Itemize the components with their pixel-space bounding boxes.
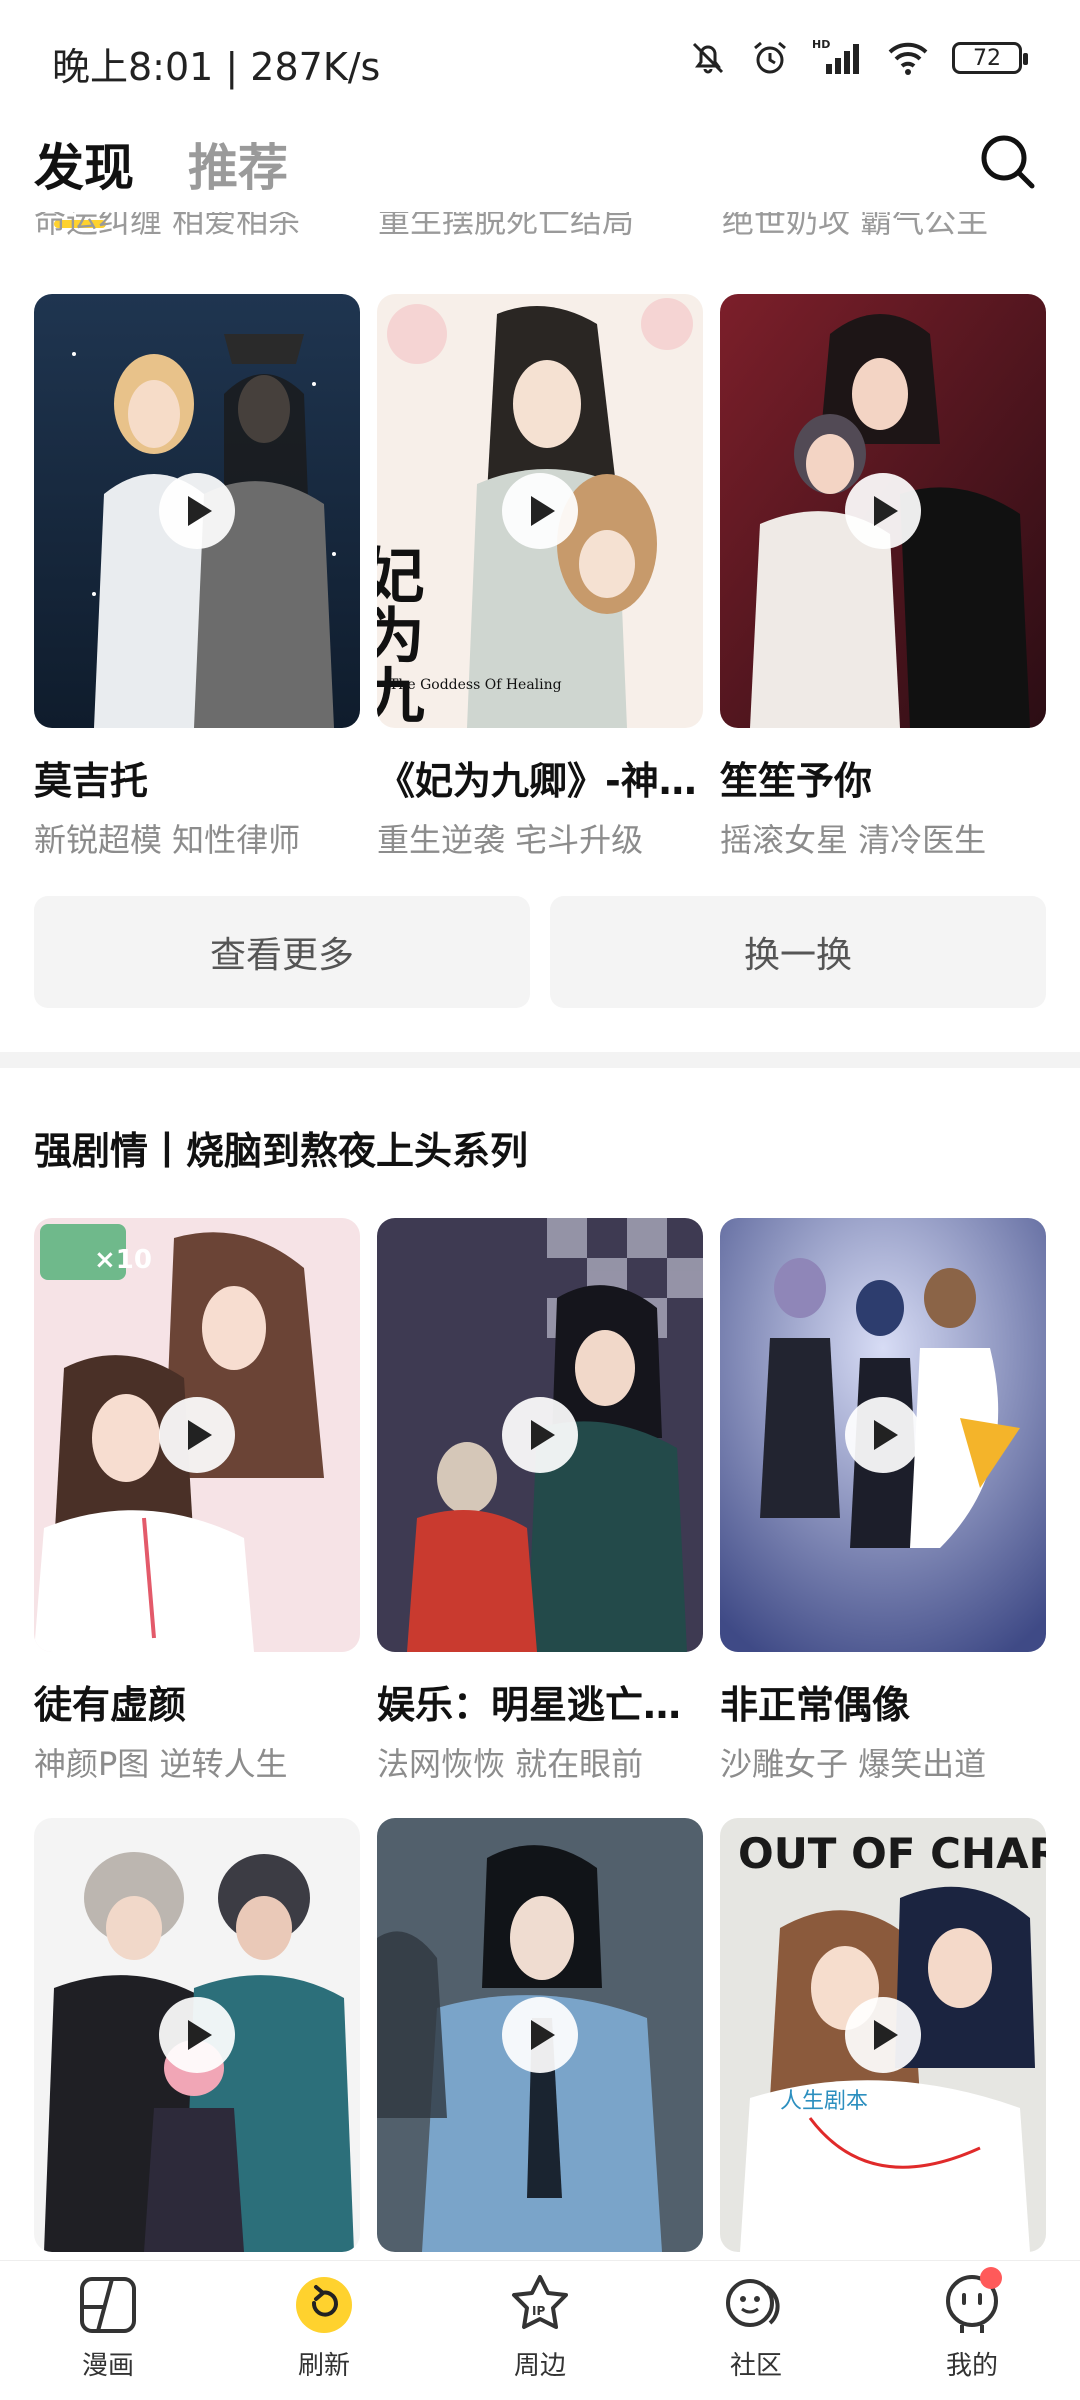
nav-profile[interactable]: 我的: [864, 2261, 1080, 2400]
comic-card[interactable]: OUT OF CHARA 人生剧本: [720, 1818, 1046, 2252]
swap-button[interactable]: 换一换: [550, 896, 1046, 1008]
play-icon[interactable]: [845, 473, 921, 549]
play-icon[interactable]: [845, 1397, 921, 1473]
alarm-icon: [754, 41, 786, 74]
play-icon[interactable]: [502, 473, 578, 549]
comic-icon: [80, 2277, 136, 2333]
comic-title[interactable]: 徒有虚颜: [34, 1674, 360, 1729]
svg-text:HD: HD: [812, 38, 830, 51]
wifi-icon: [888, 42, 928, 75]
comic-cover[interactable]: [720, 1218, 1046, 1652]
comic-cover[interactable]: 妃为九卿 The Goddess Of Healing: [377, 294, 703, 728]
comic-card[interactable]: [377, 1818, 703, 2252]
comic-card[interactable]: 妃为九卿 The Goddess Of Healing 《妃为九卿》-神医小娇妃…: [377, 294, 703, 861]
bottom-navigation: 漫画 刷新 IP 周边 社区 我的: [0, 2260, 1080, 2400]
comic-title[interactable]: 莫吉托: [34, 750, 360, 805]
comic-tags: 新锐超模 知性律师: [34, 821, 301, 859]
comic-title[interactable]: 非正常偶像: [720, 1674, 1046, 1729]
previous-subtitle: 重生摆脱死亡结局: [378, 212, 635, 240]
tab-discover[interactable]: 发现: [34, 128, 134, 228]
comic-tags: 重生逆袭 宅斗升级: [377, 821, 644, 859]
nav-ip-merch[interactable]: IP 周边: [432, 2261, 648, 2400]
signal-icon: HD: [812, 38, 859, 74]
cover-badge: ×10: [94, 1245, 152, 1275]
previous-subtitle: 绝世奶攻 霸气公主: [722, 212, 989, 240]
comic-cover[interactable]: [34, 294, 360, 728]
nav-label: 我的: [945, 2351, 998, 2381]
svg-text:IP: IP: [532, 2304, 545, 2318]
play-icon[interactable]: [159, 473, 235, 549]
comic-card[interactable]: [34, 1818, 360, 2252]
swap-label: 换一换: [743, 935, 852, 976]
search-icon[interactable]: [976, 130, 1040, 194]
nav-label: 社区: [729, 2351, 782, 2381]
comic-card[interactable]: 娱乐：明星逃亡游戏 法网恢恢 就在眼前: [377, 1218, 703, 1785]
comic-tags: 神颜P图 逆转人生: [34, 1745, 288, 1783]
status-time-speed: 晚上8:01 | 287K/s: [52, 45, 381, 89]
comic-tags: 法网恢恢 就在眼前: [377, 1745, 644, 1783]
nav-label: 周边: [513, 2351, 566, 2381]
nav-label: 漫画: [81, 2351, 134, 2381]
comic-cover[interactable]: ×10: [34, 1218, 360, 1652]
community-icon: [726, 2279, 780, 2327]
status-icons: HD 72: [688, 38, 1028, 78]
mute-bell-icon: [692, 42, 724, 74]
comic-tags: 摇滚女星 清冷医生: [720, 821, 987, 859]
comic-cover[interactable]: OUT OF CHARA 人生剧本: [720, 1818, 1046, 2252]
tab-recommend[interactable]: 推荐: [188, 128, 288, 222]
comic-card[interactable]: ×10 徒有虚颜 神颜P图 逆转人生: [34, 1218, 360, 1785]
section-divider: [0, 1052, 1080, 1068]
refresh-icon: [296, 2277, 352, 2333]
play-icon[interactable]: [502, 1997, 578, 2073]
comic-cover[interactable]: [377, 1218, 703, 1652]
battery-level: 72: [973, 45, 1001, 71]
comic-card[interactable]: 非正常偶像 沙雕女子 爆笑出道: [720, 1218, 1046, 1785]
play-icon[interactable]: [159, 1397, 235, 1473]
cover-subtitle-text: 人生剧本: [780, 2089, 868, 2114]
nav-comic[interactable]: 漫画: [0, 2261, 216, 2400]
nav-refresh[interactable]: 刷新: [216, 2261, 432, 2400]
previous-row-subtitles: 命运纠缠 相爱相杀 重生摆脱死亡结局 绝世奶攻 霸气公主: [34, 212, 1054, 248]
top-tabs: 发现 推荐: [34, 128, 288, 228]
comic-cover[interactable]: [377, 1818, 703, 2252]
ip-merch-icon: IP: [512, 2275, 568, 2329]
comic-cover[interactable]: [34, 1818, 360, 2252]
notification-dot: [980, 2267, 1002, 2289]
comic-title[interactable]: 笙笙予你: [720, 750, 1046, 805]
cover-english-title: The Goddess Of Healing: [389, 677, 562, 693]
comic-title[interactable]: 《妃为九卿》-神医小娇妃: [377, 750, 703, 805]
cover-calligraphy: 妃为九卿: [377, 544, 424, 728]
status-bar: 晚上8:01 | 287K/s HD 72: [0, 0, 1080, 120]
comic-title[interactable]: 娱乐：明星逃亡游戏: [377, 1674, 703, 1729]
section-title: 强剧情丨烧脑到熬夜上头系列: [34, 1129, 529, 1173]
nav-label: 刷新: [297, 2351, 350, 2381]
comic-card[interactable]: 莫吉托 新锐超模 知性律师: [34, 294, 360, 861]
play-icon[interactable]: [159, 1997, 235, 2073]
battery-indicator: 72: [952, 42, 1028, 74]
play-icon[interactable]: [502, 1397, 578, 1473]
comic-cover[interactable]: [720, 294, 1046, 728]
view-more-button[interactable]: 查看更多: [34, 896, 530, 1008]
play-icon[interactable]: [845, 1997, 921, 2073]
previous-subtitle: 命运纠缠 相爱相杀: [34, 212, 301, 240]
nav-community[interactable]: 社区: [648, 2261, 864, 2400]
tab-recommend-label: 推荐: [188, 139, 288, 197]
tab-discover-label: 发现: [34, 139, 134, 197]
view-more-label: 查看更多: [209, 935, 354, 976]
comic-tags: 沙雕女子 爆笑出道: [720, 1745, 987, 1783]
cover-title-text: OUT OF CHARA: [738, 1829, 1046, 1878]
comic-card[interactable]: 笙笙予你 摇滚女星 清冷医生: [720, 294, 1046, 861]
